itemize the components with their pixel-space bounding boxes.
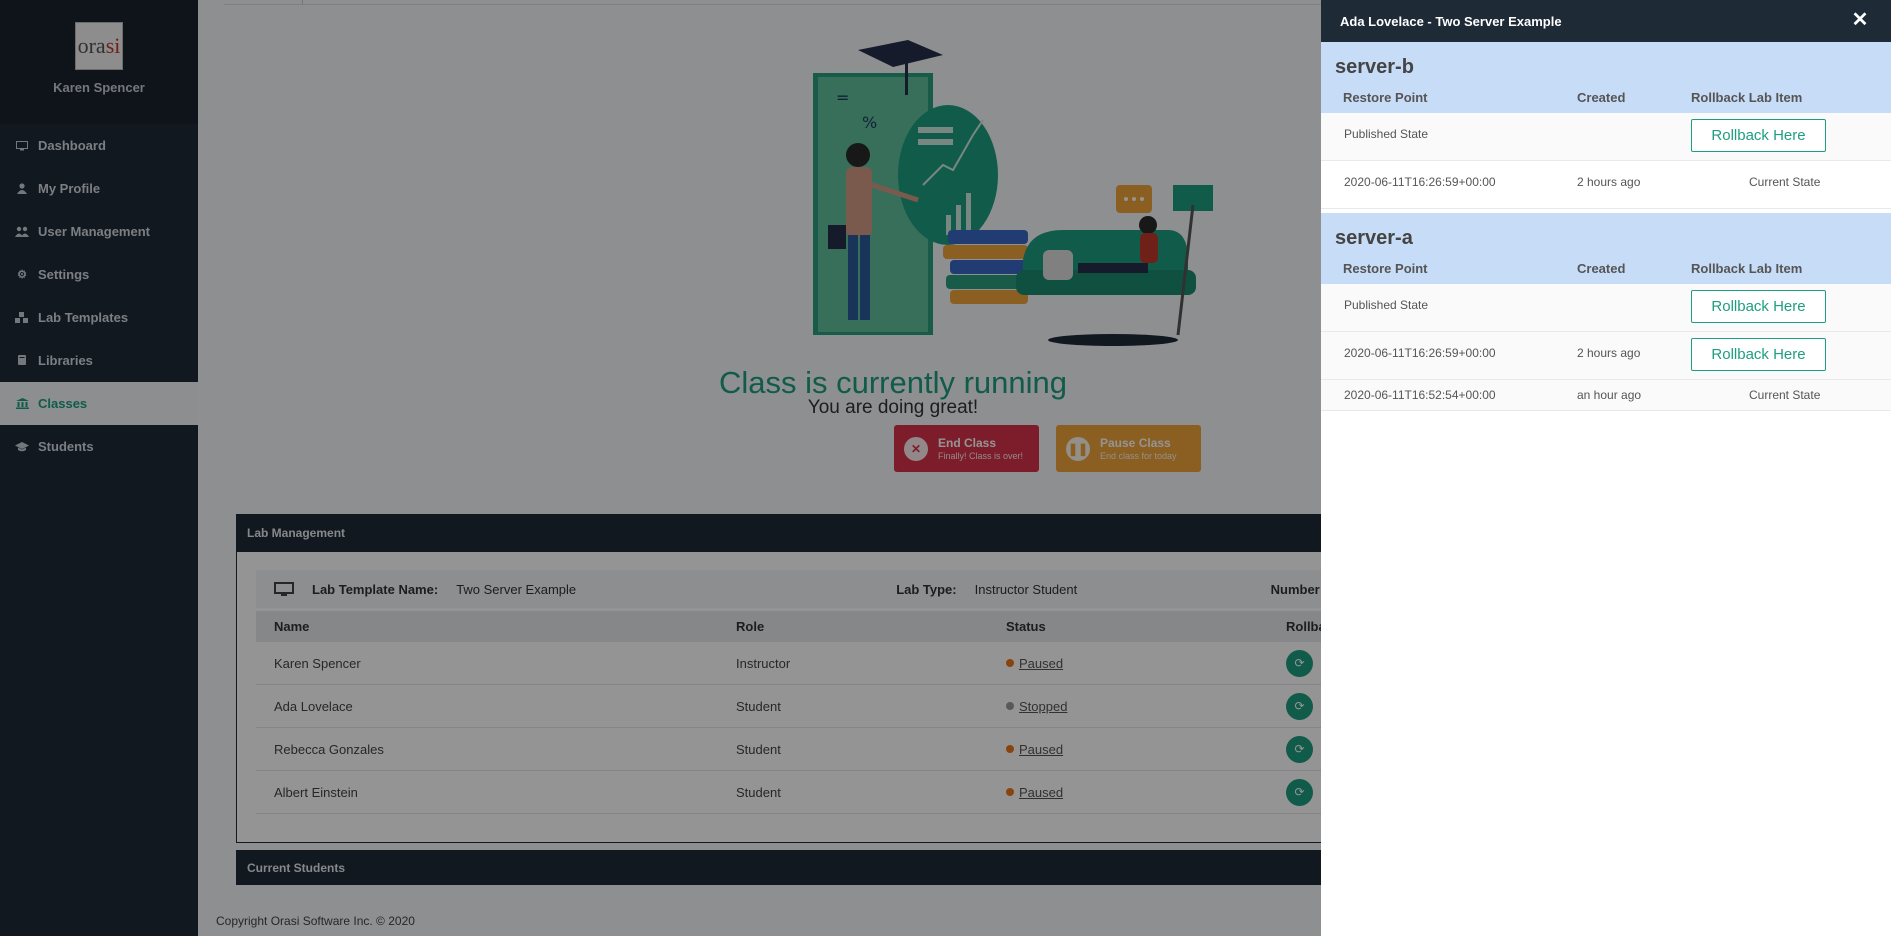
created-time: an hour ago xyxy=(1577,388,1642,402)
col-created: Created xyxy=(1577,90,1626,105)
col-restore-point: Restore Point xyxy=(1343,90,1428,105)
restore-point: 2020-06-11T16:52:54+00:00 xyxy=(1344,388,1496,402)
restore-point: Published State xyxy=(1344,298,1429,312)
drawer-header: Ada Lovelace - Two Server Example ✕ xyxy=(1321,0,1891,42)
restore-point-row: 2020-06-11T16:26:59+00:00 2 hours ago Ro… xyxy=(1321,332,1891,380)
col-created: Created xyxy=(1577,261,1626,276)
close-icon[interactable]: ✕ xyxy=(1849,8,1871,31)
rollback-here-button[interactable]: Rollback Here xyxy=(1691,119,1826,152)
created-time: 2 hours ago xyxy=(1577,346,1641,360)
server-section-header: server-a Restore Point Created Rollback … xyxy=(1321,213,1891,284)
drawer-title: Ada Lovelace - Two Server Example xyxy=(1340,13,1562,29)
restore-point: 2020-06-11T16:26:59+00:00 xyxy=(1344,175,1496,189)
restore-point-row: 2020-06-11T16:52:54+00:00 an hour ago Cu… xyxy=(1321,380,1891,411)
col-rollback-lab-item: Rollback Lab Item xyxy=(1691,261,1803,276)
restore-point-row: Published State Rollback Here xyxy=(1321,113,1891,161)
restore-point-row: 2020-06-11T16:26:59+00:00 2 hours ago Cu… xyxy=(1321,161,1891,209)
restore-point: Published State xyxy=(1344,127,1429,141)
modal-backdrop[interactable] xyxy=(0,0,1321,936)
server-name: server-a xyxy=(1335,227,1413,249)
col-rollback-lab-item: Rollback Lab Item xyxy=(1691,90,1803,105)
rollback-drawer: Ada Lovelace - Two Server Example ✕ serv… xyxy=(1321,0,1891,936)
created-time: 2 hours ago xyxy=(1577,175,1641,189)
current-state-label: Current State xyxy=(1749,175,1821,189)
current-state-label: Current State xyxy=(1749,388,1821,402)
restore-point-row: Published State Rollback Here xyxy=(1321,284,1891,332)
server-name: server-b xyxy=(1335,56,1414,78)
server-section-header: server-b Restore Point Created Rollback … xyxy=(1321,42,1891,113)
rollback-here-button[interactable]: Rollback Here xyxy=(1691,290,1826,323)
restore-point: 2020-06-11T16:26:59+00:00 xyxy=(1344,346,1496,360)
rollback-here-button[interactable]: Rollback Here xyxy=(1691,338,1826,371)
col-restore-point: Restore Point xyxy=(1343,261,1428,276)
